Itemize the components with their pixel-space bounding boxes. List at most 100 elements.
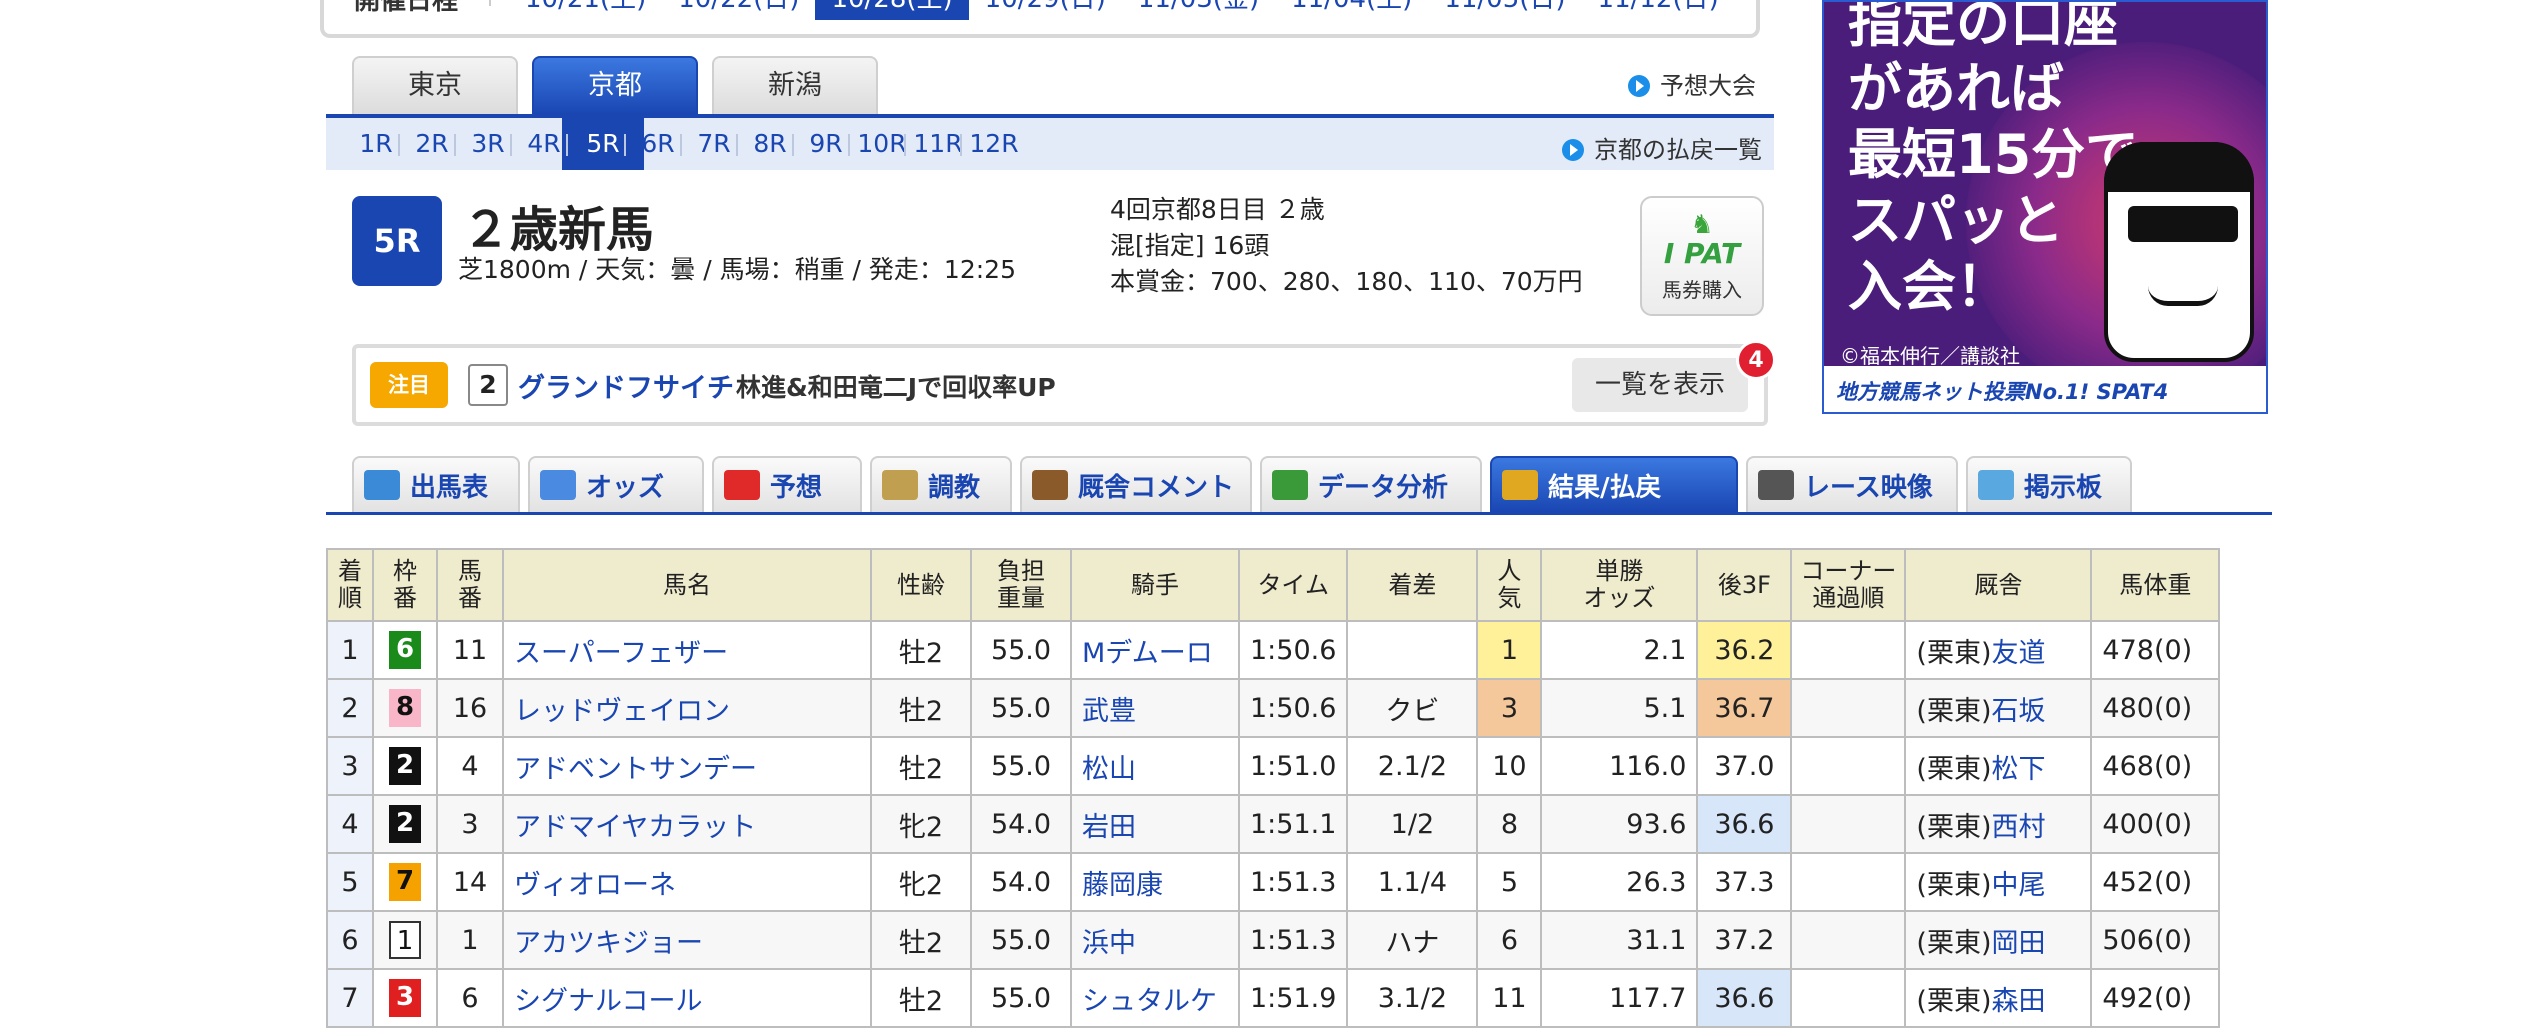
entry-table-icon — [364, 470, 400, 500]
frame-number-cell: 2 — [372, 794, 438, 854]
advertisement-banner[interactable]: 指定の口座 があれば 最短15分で スパッと 入会！ ©福本伸行／講談社 地方競馬ネット… — [1822, 0, 2268, 414]
table-body: 1 6 11 スーパーフェザー 牡2 55.0 Mデムーロ 1:50.6 1 2.1 36.2 (栗東… — [326, 620, 2221, 1028]
stable-cell: (栗東)石坂 — [1904, 678, 2093, 738]
payout-list-label: 京都の払戻一覧 — [1594, 136, 1762, 164]
tab-stable-house[interactable]: 厩舎コメント — [1020, 456, 1252, 512]
popularity: 3 — [1476, 678, 1543, 738]
show-list-button[interactable]: 一覧を表示 — [1572, 358, 1748, 412]
carried-weight: 55.0 — [970, 968, 1072, 1028]
stable-region: (栗東) — [1916, 869, 1992, 901]
tab-entry-table[interactable]: 出馬表 — [352, 456, 520, 512]
finish-position: 7 — [326, 968, 374, 1028]
tab-target[interactable]: 予想 — [712, 456, 862, 512]
race-number-link[interactable]: 7R — [684, 118, 744, 170]
race-function-tabs: 出馬表 オッズ 予想 調教 厩舎コメント データ分析 結果/払戻 レース映像 掲示板 — [352, 456, 2132, 512]
jockey-link[interactable]: 岩田 — [1082, 812, 1136, 843]
tab-film[interactable]: レース映像 — [1746, 456, 1958, 512]
film-icon — [1758, 470, 1794, 500]
horse-number: 4 — [436, 736, 504, 796]
race-number-link[interactable]: 12R — [964, 118, 1024, 170]
payout-list-link[interactable]: 京都の払戻一覧 — [1562, 130, 1762, 165]
finish-time: 1:50.6 — [1237, 620, 1349, 680]
attention-tag: 注目 — [370, 362, 448, 408]
finish-position: 3 — [326, 736, 374, 796]
stable-house-icon — [1032, 470, 1068, 500]
jockey-link[interactable]: 藤岡康 — [1082, 870, 1163, 901]
finish-position: 1 — [326, 620, 374, 680]
trainer-link[interactable]: 森田 — [1991, 986, 2045, 1017]
jockey-cell: 浜中 — [1070, 910, 1240, 970]
finish-time: 1:51.3 — [1237, 910, 1349, 970]
venue-tab[interactable]: 新潟 — [712, 56, 878, 114]
last-3f-time: 36.7 — [1696, 678, 1793, 738]
venue-tab[interactable]: 京都 — [532, 56, 698, 114]
tab-stopwatch[interactable]: 調教 — [870, 456, 1012, 512]
frame-number-badge: 2 — [389, 747, 421, 785]
trainer-link[interactable]: 友道 — [1991, 638, 2045, 669]
race-info-line: 4回京都8日目 ２歳 — [1110, 195, 1325, 224]
date-link[interactable]: 10/28(土) — [815, 0, 969, 20]
horse-name-link[interactable]: アドベントサンデー — [514, 754, 757, 785]
carried-weight: 55.0 — [970, 910, 1072, 970]
jockey-link[interactable]: 松山 — [1082, 754, 1136, 785]
jockey-link[interactable]: 武豊 — [1082, 696, 1136, 727]
date-link[interactable]: 11/12(日) — [1582, 0, 1735, 20]
jockey-link[interactable]: シュタルケ — [1082, 986, 1217, 1017]
horse-name-link[interactable]: ヴィオローネ — [514, 870, 676, 901]
corner-positions — [1790, 794, 1907, 854]
speech-bubble-icon — [1978, 470, 2014, 500]
race-number-link[interactable]: 2R — [402, 118, 462, 170]
win-odds: 26.3 — [1540, 852, 1699, 912]
frame-number-badge: 1 — [389, 921, 421, 959]
stable-region: (栗東) — [1916, 753, 1992, 785]
prediction-contest-label: 予想大会 — [1660, 72, 1756, 100]
jockey-link[interactable]: 浜中 — [1082, 928, 1136, 959]
date-link[interactable]: 10/22(日) — [662, 0, 815, 20]
corner-positions — [1790, 910, 1907, 970]
race-number-link[interactable]: 11R — [908, 118, 968, 170]
race-number-link[interactable]: 10R — [852, 118, 912, 170]
date-link[interactable]: 11/05(日) — [1428, 0, 1581, 20]
race-number-link[interactable]: 1R — [346, 118, 406, 170]
jockey-cell: シュタルケ — [1070, 968, 1240, 1028]
body-weight: 506(0) — [2090, 910, 2221, 970]
sex-age: 牡2 — [870, 620, 972, 680]
horse-name-link[interactable]: スーパーフェザー — [514, 638, 728, 669]
column-header: 騎手 — [1070, 548, 1240, 622]
tab-odds-grid[interactable]: オッズ — [528, 456, 704, 512]
tab-coins[interactable]: 結果/払戻 — [1490, 456, 1738, 512]
trainer-link[interactable]: 石坂 — [1991, 696, 2045, 727]
table-row: 7 3 6 シグナルコール 牡2 55.0 シュタルケ 1:51.9 3.1/2 11 117.7 3… — [326, 968, 2221, 1028]
tab-speech-bubble[interactable]: 掲示板 — [1966, 456, 2132, 512]
venue-tab[interactable]: 東京 — [352, 56, 518, 114]
featured-horse-link[interactable]: グランドフサイチ — [518, 366, 734, 405]
horse-name-link[interactable]: レッドヴェイロン — [514, 696, 730, 727]
trainer-link[interactable]: 松下 — [1991, 754, 2045, 785]
race-number-link[interactable]: 9R — [796, 118, 856, 170]
race-number-link[interactable]: 3R — [458, 118, 518, 170]
trainer-link[interactable]: 中尾 — [1991, 870, 2045, 901]
horse-number: 6 — [436, 968, 504, 1028]
horse-name-link[interactable]: アカツキジョー — [514, 928, 703, 959]
date-link[interactable]: 10/21(土) — [509, 0, 662, 20]
body-weight: 492(0) — [2090, 968, 2221, 1028]
race-number-bar: 京都の払戻一覧 1R 2R 3R 4R 5R 6R 7R 8R 9R 10R 11R 12R — [326, 114, 1774, 170]
horse-name-link[interactable]: シグナルコール — [514, 986, 702, 1017]
race-number-link[interactable]: 8R — [740, 118, 800, 170]
trainer-link[interactable]: 岡田 — [1991, 928, 2045, 959]
jockey-link[interactable]: Mデムーロ — [1082, 638, 1213, 669]
horse-name-cell: アカツキジョー — [502, 910, 872, 970]
prediction-contest-link[interactable]: 予想大会 — [1628, 66, 1756, 101]
date-link[interactable]: 11/03(金) — [1122, 0, 1275, 20]
date-link[interactable]: 11/04(土) — [1275, 0, 1428, 20]
horse-name-cell: アドベントサンデー — [502, 736, 872, 796]
horse-name-link[interactable]: アドマイヤカラット — [514, 812, 756, 843]
ipat-buy-button[interactable]: ♞ I PAT 馬券購入 — [1640, 196, 1764, 316]
date-link[interactable]: 10/29(日) — [969, 0, 1122, 20]
jockey-cell: 松山 — [1070, 736, 1240, 796]
tab-bar-chart[interactable]: データ分析 — [1260, 456, 1482, 512]
trainer-link[interactable]: 西村 — [1991, 812, 2045, 843]
race-number-link[interactable]: 6R — [628, 118, 688, 170]
column-header: 厩舎 — [1904, 548, 2093, 622]
last-3f-time: 36.6 — [1696, 794, 1793, 854]
